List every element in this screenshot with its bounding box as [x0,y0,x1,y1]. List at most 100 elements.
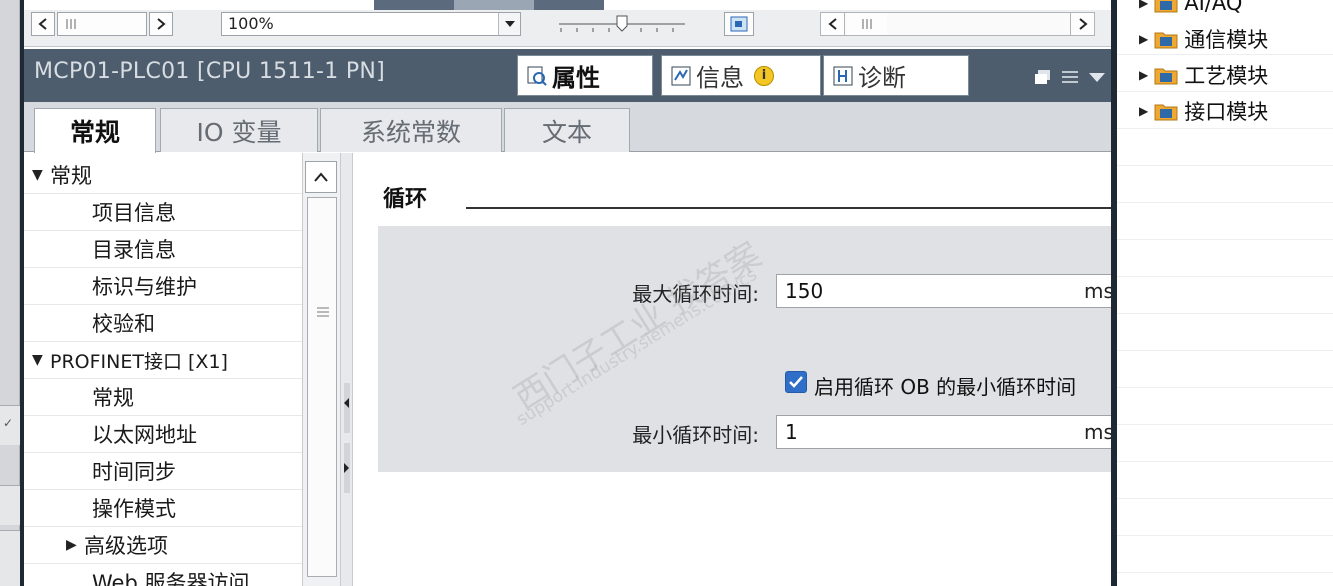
max-cycle-input[interactable]: 150 [776,274,1116,308]
scroll-thumb[interactable] [307,197,337,577]
expand-arrow-icon[interactable]: ▶ [66,537,84,553]
catalog-row [1117,166,1333,203]
scroll-right-button[interactable] [149,12,173,36]
chevron-down-icon[interactable] [1088,71,1106,83]
tree-item-label: 常规 [50,164,92,188]
catalog-item-technology-modules[interactable]: ▶ 工艺模块 [1139,60,1268,90]
horizontal-scrollbar-2[interactable] [820,12,1095,36]
enable-min-cycle-label: 启用循环 OB 的最小循环时间 [814,375,1077,399]
expand-arrow-icon[interactable]: ▶ [1139,104,1148,118]
tab-texts[interactable]: 文本 [504,108,630,152]
info-icon [670,65,692,87]
max-cycle-unit: ms [1084,279,1114,303]
scroll-left-button[interactable] [821,13,845,35]
properties-icon [526,65,548,87]
scroll-left-button[interactable] [31,12,55,36]
tree-item-label: 高级选项 [84,534,168,558]
catalog-row [1117,129,1333,166]
expand-arrow-icon[interactable]: ▶ [1139,0,1148,10]
tree-item-label: 以太网地址 [92,423,197,447]
tree-item-advanced-options[interactable]: ▶ 高级选项 [24,527,306,564]
catalog-row [1117,536,1333,573]
tree-item-label: 操作模式 [92,497,176,521]
folder-icon [1154,29,1178,49]
zoom-select[interactable]: 100% [221,12,521,36]
tree-item-web-server[interactable]: Web 服务器访问 [24,564,306,586]
fit-view-button[interactable] [724,12,754,36]
expand-arrow-icon[interactable]: ▼ [32,352,50,368]
tab-info[interactable]: 信息 i [661,55,821,96]
float-window-icon[interactable] [1034,69,1052,85]
tree-item-catalog-info[interactable]: 目录信息 [24,231,306,268]
scroll-thumb[interactable] [847,13,887,35]
catalog-item-label: 通信模块 [1184,28,1269,52]
zoom-slider[interactable] [557,14,687,36]
enable-min-cycle-checkbox[interactable] [785,371,807,393]
catalog-row [1117,388,1333,425]
expand-arrow-icon[interactable]: ▶ [1139,32,1148,46]
tree-item-operating-mode[interactable]: 操作模式 [24,490,306,527]
tree-item-label: 校验和 [92,312,155,336]
folder-icon [1154,0,1178,13]
tab-diagnostics[interactable]: 诊断 [823,55,969,96]
grip-icon [317,307,329,317]
left-edge-segment [0,485,20,525]
scroll-up-button[interactable] [305,161,337,193]
left-edge-segment: ✓ [0,405,20,445]
catalog-row [1117,499,1333,536]
catalog-row [1117,203,1333,240]
tree-item-profinet-general[interactable]: 常规 [24,379,306,416]
tia-portal-window: ✓ 100% MCP01-PLC01 [CPU 1511-1 PN] 属性 信息… [0,0,1333,586]
tree-item-general[interactable]: ▼ 常规 [24,157,306,194]
collapse-left-icon[interactable] [344,398,350,408]
chevron-down-icon[interactable] [498,13,520,35]
scroll-right-button[interactable] [1070,13,1094,35]
catalog-row [1117,314,1333,351]
tab-system-constants[interactable]: 系统常数 [320,108,502,152]
tab-general[interactable]: 常规 [34,108,156,153]
catalog-item-label: AI/AQ [1184,0,1243,15]
catalog-row [1117,462,1333,499]
edge-check-icon: ✓ [3,416,14,430]
property-tabs: 常规 IO 变量 系统常数 文本 [24,102,1111,153]
tree-vertical-scrollbar[interactable] [302,153,340,586]
catalog-row [1117,425,1333,462]
inspector-titlebar: MCP01-PLC01 [CPU 1511-1 PN] 属性 信息 i 诊断 [24,49,1111,102]
property-content: 循环 最大循环时间: 150 ms 启用循环 OB 的最小循环时间 最小循环时间… [353,153,1118,586]
catalog-item-label: 接口模块 [1184,100,1269,124]
tab-info-label: 信息 [696,64,744,92]
menu-lines-icon[interactable] [1060,69,1080,85]
catalog-item-aiaq[interactable]: ▶ AI/AQ [1139,0,1242,18]
expand-right-icon[interactable] [344,463,350,473]
left-edge-segment [0,530,20,586]
pane-splitter[interactable] [340,153,353,586]
tree-item-label: 项目信息 [92,201,176,225]
tab-properties[interactable]: 属性 [517,55,653,96]
editor-toolbar: 100% [24,0,1111,47]
property-nav-tree: ▼ 常规 项目信息 目录信息 标识与维护 校验和 ▼ PROFINET接口 [X… [24,153,306,586]
tab-properties-label: 属性 [552,64,600,92]
tree-item-checksum[interactable]: 校验和 [24,305,306,342]
horizontal-scrollbar[interactable] [57,12,147,36]
left-panel-edge: ✓ [0,0,20,586]
tree-item-project-info[interactable]: 项目信息 [24,194,306,231]
min-cycle-value: 1 [785,420,798,444]
expand-arrow-icon[interactable]: ▼ [32,167,50,183]
catalog-item-comm-modules[interactable]: ▶ 通信模块 [1139,24,1268,54]
catalog-row [1117,277,1333,314]
tree-item-ethernet-address[interactable]: 以太网地址 [24,416,306,453]
tree-item-identification[interactable]: 标识与维护 [24,268,306,305]
folder-icon [1154,65,1178,85]
catalog-item-interface-modules[interactable]: ▶ 接口模块 [1139,96,1268,126]
tree-item-time-sync[interactable]: 时间同步 [24,453,306,490]
min-cycle-input[interactable]: 1 [776,415,1116,449]
tree-item-label: Web 服务器访问 [92,571,250,586]
tree-item-label: 目录信息 [92,238,176,262]
tab-io-tags[interactable]: IO 变量 [160,108,318,152]
section-title: 循环 [383,187,428,212]
tree-item-label: PROFINET接口 [X1] [50,350,228,373]
tab-diagnostics-label: 诊断 [858,64,906,92]
tree-item-profinet[interactable]: ▼ PROFINET接口 [X1] [24,342,306,379]
device-title: MCP01-PLC01 [CPU 1511-1 PN] [34,59,386,84]
expand-arrow-icon[interactable]: ▶ [1139,68,1148,82]
